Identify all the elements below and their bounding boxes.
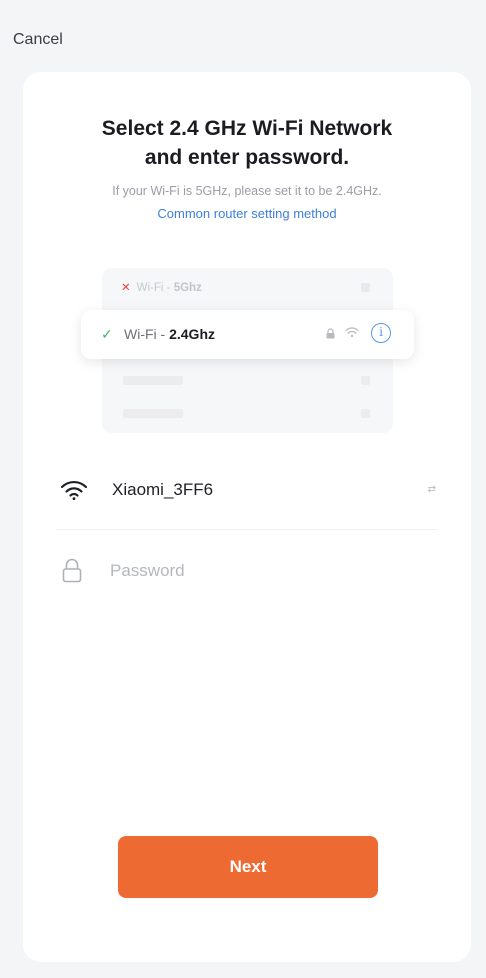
page-title: Select 2.4 GHz Wi-Fi Network and enter p…	[101, 117, 393, 169]
placeholder-bar	[123, 376, 183, 385]
ssid-value: Xiaomi_3FF6	[112, 480, 214, 499]
lock-icon	[62, 558, 82, 583]
check-icon: ✓	[101, 326, 113, 342]
info-icon: i	[371, 323, 391, 343]
cancel-button[interactable]: Cancel	[13, 31, 63, 49]
wifi-icon	[345, 327, 359, 338]
illustration-row-24ghz: ✓ Wi-Fi - 2.4Ghz i	[81, 310, 414, 359]
password-row	[56, 550, 438, 598]
password-input[interactable]	[110, 558, 410, 584]
placeholder-icon	[361, 283, 370, 292]
cross-icon: ✕	[121, 282, 131, 294]
switch-network-icon[interactable]: ⇄	[428, 484, 436, 495]
lock-icon	[326, 328, 335, 339]
subtitle-hint: If your Wi-Fi is 5GHz, please set it to …	[112, 184, 382, 198]
router-setting-link[interactable]: Common router setting method	[23, 206, 471, 221]
illustration-row-5ghz: ✕ Wi-Fi - 5Ghz	[121, 282, 202, 294]
placeholder-icon	[361, 376, 370, 385]
placeholder-icon	[361, 409, 370, 418]
wifi-setup-card: Select 2.4 GHz Wi-Fi Network and enter p…	[23, 72, 471, 962]
top-bar: Cancel	[0, 0, 486, 72]
next-button[interactable]: Next	[118, 836, 378, 898]
wifi-ssid-field[interactable]: Xiaomi_3FF6 ⇄	[56, 470, 438, 530]
wifi-icon	[60, 480, 88, 500]
placeholder-bar	[123, 409, 183, 418]
